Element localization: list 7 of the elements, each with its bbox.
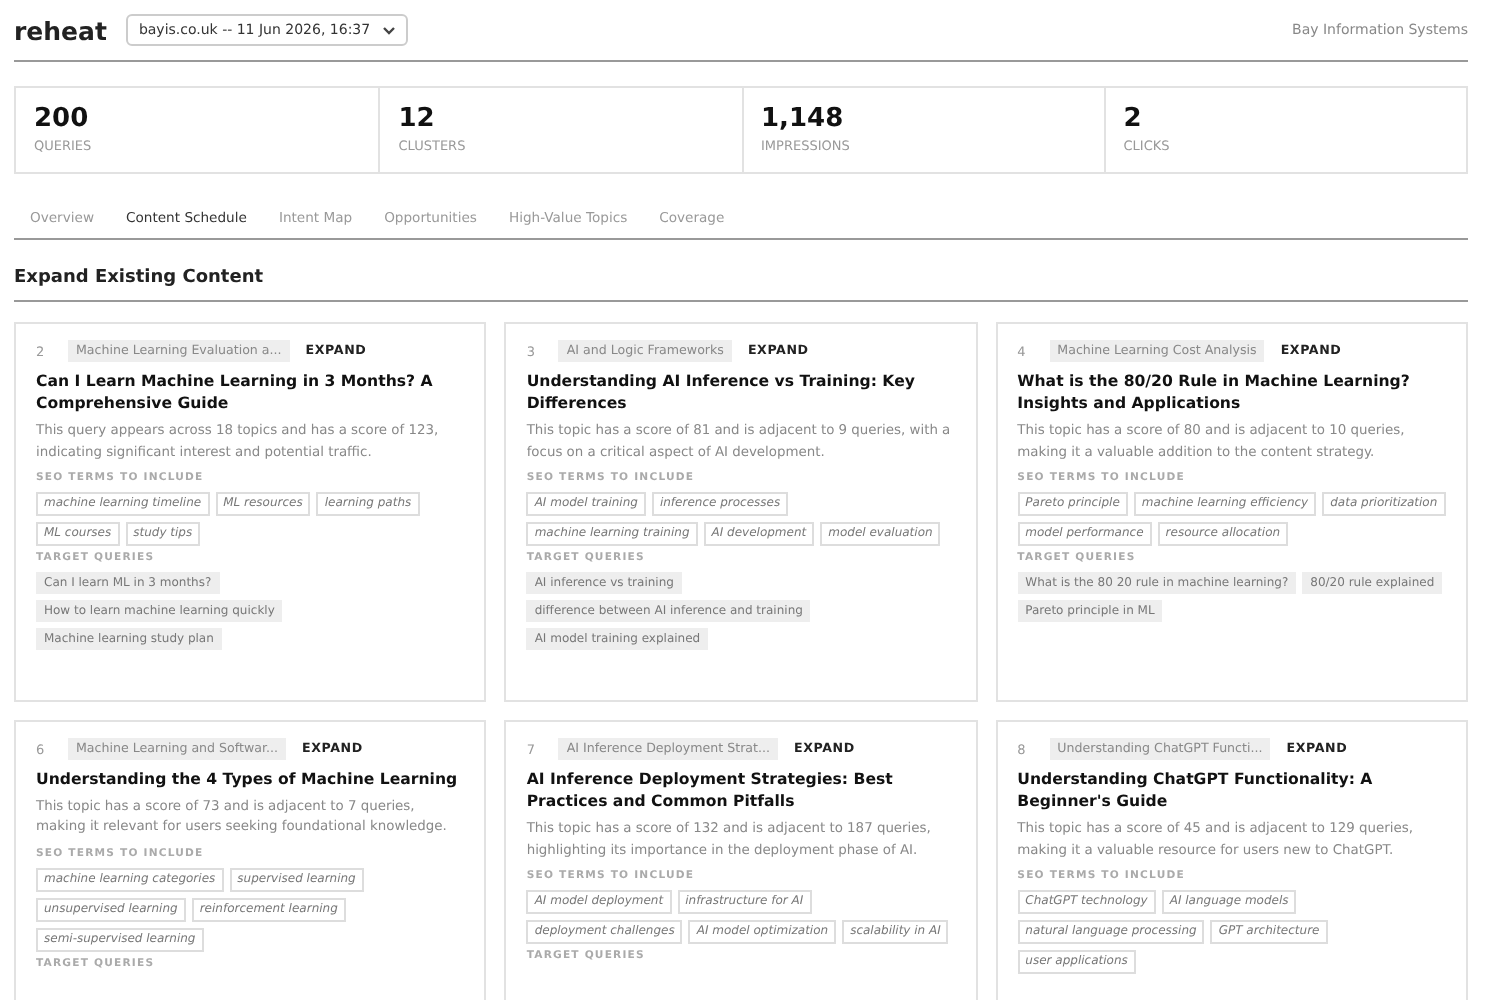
stat-value: 2 bbox=[1123, 104, 1144, 134]
stat-value: 12 bbox=[398, 104, 437, 134]
stat-value: 200 bbox=[34, 104, 91, 134]
section-title: Expand Existing Content bbox=[14, 268, 1468, 302]
app-logo: reheat bbox=[14, 15, 107, 45]
stat-value: 1,148 bbox=[761, 104, 846, 134]
caret-icon bbox=[382, 25, 397, 35]
